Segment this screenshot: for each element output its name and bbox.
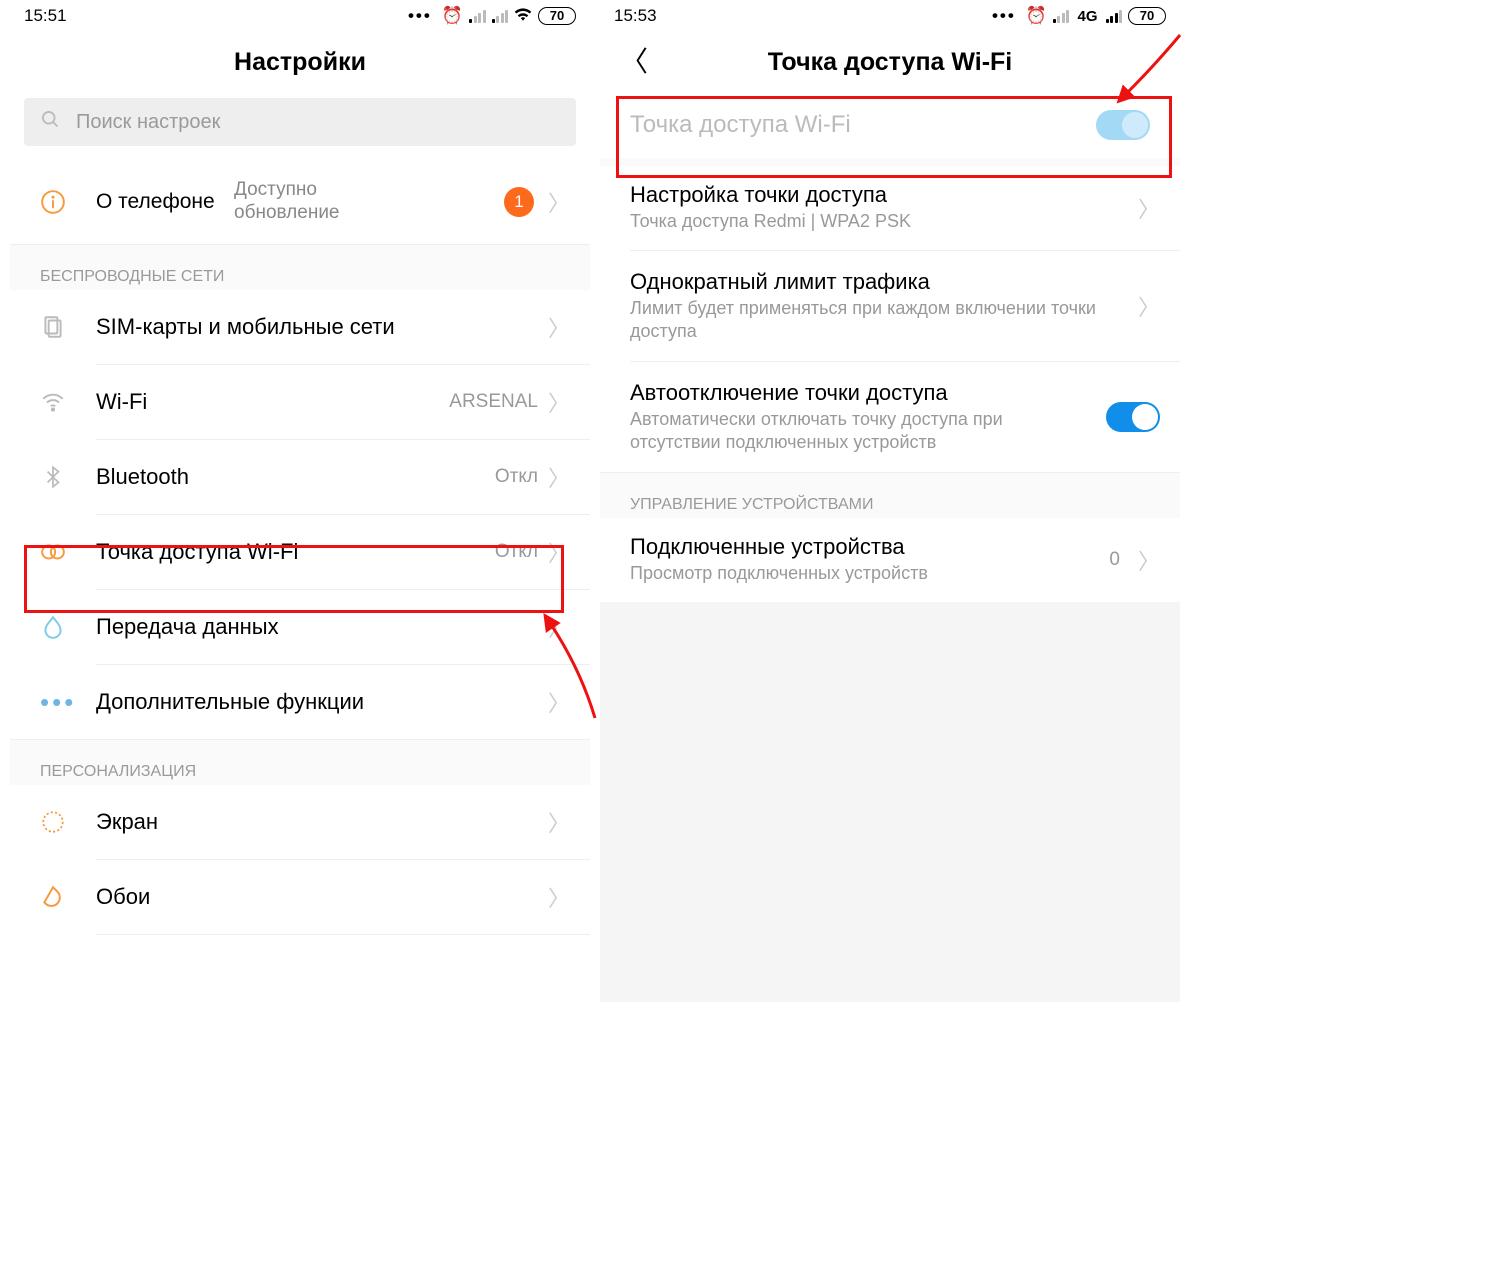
more-icon: ••• [408,6,432,26]
drop-icon [40,614,96,640]
section-personalization: ПЕРСОНАЛИЗАЦИЯ [10,739,590,785]
page-title: Настройки [234,48,366,77]
about-label: О телефоне [96,189,216,214]
chevron-right-icon: 〉 [548,806,570,838]
settings-screen: 15:51 ••• ⏰ 70 Настройки Поиск настроек … [10,0,590,1280]
chevron-right-icon: 〉 [548,686,570,718]
autooff-sub: Автоматически отключать точку доступа пр… [630,408,1094,455]
title-bar: Настройки [10,32,590,92]
wifi-icon [40,389,96,415]
section-devices: УПРАВЛЕНИЕ УСТРОЙСТВАМИ [600,472,1180,518]
more-row[interactable]: ••• Дополнительные функции 〉 [10,665,590,739]
chevron-right-icon: 〉 [548,611,570,643]
update-badge: 1 [504,187,534,217]
bluetooth-row[interactable]: Bluetooth Откл 〉 [10,440,590,514]
autooff-row[interactable]: Автоотключение точки доступа Автоматичес… [600,362,1180,472]
status-bar: 15:53 ••• ⏰ 4G 70 [600,0,1180,32]
chevron-right-icon: 〉 [548,386,570,418]
back-button[interactable]: 〈 [620,48,648,76]
traffic-limit-row[interactable]: Однократный лимит трафика Лимит будет пр… [600,251,1180,361]
hotspot-row[interactable]: Точка доступа Wi-Fi Откл 〉 [10,515,590,589]
wifi-value: ARSENAL [449,391,538,413]
search-input[interactable]: Поиск настроек [24,98,576,146]
more-icon: ••• [992,6,1016,26]
bluetooth-icon [40,464,96,490]
signal-icon [469,9,486,23]
chevron-right-icon: 〉 [1138,290,1160,322]
hotspot-toggle[interactable] [1096,110,1150,140]
battery-icon: 70 [538,7,576,25]
wallpaper-icon [40,884,96,910]
wallpaper-row[interactable]: Обои 〉 [10,860,590,934]
sim-icon [40,314,96,340]
limit-sub: Лимит будет применяться при каждом включ… [630,297,1130,344]
about-phone-row[interactable]: О телефоне Доступнообновление 1 〉 [10,160,590,244]
bluetooth-label: Bluetooth [96,464,495,490]
chevron-right-icon: 〉 [548,186,570,218]
wifi-label: Wi-Fi [96,389,449,415]
search-icon [40,109,60,135]
connected-value: 0 [1109,549,1120,571]
hotspot-icon [40,539,96,565]
status-time: 15:51 [24,6,67,26]
chevron-right-icon: 〉 [548,461,570,493]
display-icon [40,809,96,835]
wifi-row[interactable]: Wi-Fi ARSENAL 〉 [10,365,590,439]
status-time: 15:53 [614,6,657,26]
hotspot-setup-row[interactable]: Настройка точки доступа Точка доступа Re… [600,166,1180,250]
alarm-icon: ⏰ [442,6,463,26]
hotspot-value: Откл [495,541,538,563]
hotspot-screen: 15:53 ••• ⏰ 4G 70 〈 Точка доступа Wi-Fi … [600,0,1180,1280]
status-bar: 15:51 ••• ⏰ 70 [10,0,590,32]
signal-icon [1053,9,1070,23]
autooff-toggle[interactable] [1106,402,1160,432]
hotspot-label: Точка доступа Wi-Fi [96,539,495,565]
setup-sub: Точка доступа Redmi | WPA2 PSK [630,210,1130,233]
section-wireless: БЕСПРОВОДНЫЕ СЕТИ [10,244,590,290]
chevron-right-icon: 〉 [548,536,570,568]
connected-label: Подключенные устройства [630,534,1109,560]
info-icon [40,189,96,215]
setup-label: Настройка точки доступа [630,182,1130,208]
bluetooth-value: Откл [495,466,538,488]
data-row[interactable]: Передача данных 〉 [10,590,590,664]
about-sub: Доступнообновление [234,179,504,225]
chevron-right-icon: 〉 [1138,544,1160,576]
sim-row[interactable]: SIM-карты и мобильные сети 〉 [10,290,590,364]
chevron-right-icon: 〉 [548,311,570,343]
connected-sub: Просмотр подключенных устройств [630,562,1109,585]
display-row[interactable]: Экран 〉 [10,785,590,859]
wifi-icon [514,6,532,26]
sim-label: SIM-карты и мобильные сети [96,314,548,340]
hotspot-toggle-row[interactable]: Точка доступа Wi-Fi [600,92,1180,158]
signal-icon [492,9,509,23]
search-placeholder: Поиск настроек [76,111,220,134]
display-label: Экран [96,809,548,835]
status-icons: ••• ⏰ 70 [408,6,576,26]
title-bar: 〈 Точка доступа Wi-Fi [600,32,1180,92]
signal-icon [1106,9,1123,23]
chevron-right-icon: 〉 [1138,192,1160,224]
battery-icon: 70 [1128,7,1166,25]
chevron-right-icon: 〉 [548,881,570,913]
network-label: 4G [1077,8,1097,25]
data-label: Передача данных [96,614,548,640]
status-icons: ••• ⏰ 4G 70 [992,6,1166,26]
hotspot-toggle-label: Точка доступа Wi-Fi [630,111,1096,139]
limit-label: Однократный лимит трафика [630,269,1130,295]
page-title: Точка доступа Wi-Fi [768,48,1013,77]
more-icon: ••• [40,687,96,718]
autooff-label: Автоотключение точки доступа [630,380,1094,406]
connected-devices-row[interactable]: Подключенные устройства Просмотр подключ… [600,518,1180,602]
alarm-icon: ⏰ [1026,6,1047,26]
wallpaper-label: Обои [96,884,548,910]
more-label: Дополнительные функции [96,689,548,715]
